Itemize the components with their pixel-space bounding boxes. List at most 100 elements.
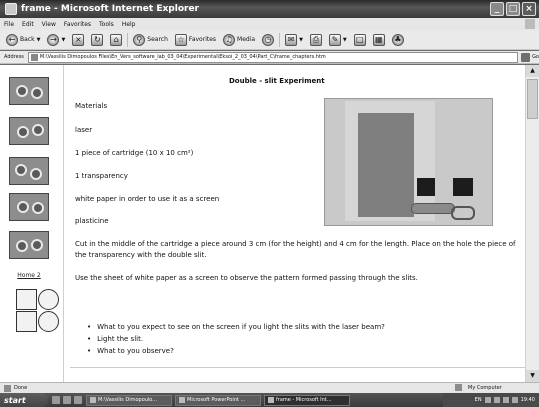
back-button[interactable]: ← Back ▼ — [4, 32, 42, 48]
instruction-paragraph: Cut in the middle of the cartridge a pie… — [75, 240, 516, 259]
scroll-thumb[interactable] — [527, 79, 538, 119]
page-title: Double - slit Experiment — [229, 77, 325, 85]
forward-button[interactable]: → ▼ — [45, 32, 67, 48]
ie-quicklaunch-icon[interactable] — [52, 396, 60, 404]
ie-icon — [268, 397, 274, 403]
discuss-button[interactable]: □ — [352, 32, 368, 48]
menu-tools[interactable]: Tools — [99, 21, 114, 28]
material-item: plasticine — [75, 217, 109, 225]
start-button[interactable]: start — [0, 393, 48, 407]
home-button[interactable]: ⌂ — [108, 32, 124, 48]
forward-arrow-icon: → — [47, 33, 60, 46]
question-list: What to you expect to see on the screen … — [87, 321, 385, 357]
history-button[interactable]: ◷ — [260, 32, 276, 48]
messenger-icon: ♣ — [391, 33, 404, 46]
tray-network-icon[interactable] — [484, 397, 491, 403]
tray-app-icon[interactable] — [502, 397, 509, 403]
print-button[interactable]: ⎙ — [308, 32, 324, 48]
ie-app-icon — [5, 3, 17, 15]
system-tray: EN 19:40 — [443, 393, 539, 407]
chapter-thumbnail-2[interactable] — [9, 117, 49, 145]
taskbar-item-label: Microsoft PowerPoint ... — [187, 397, 246, 403]
content-divider — [70, 367, 526, 368]
menu-edit[interactable]: Edit — [22, 21, 34, 28]
pattern-icon[interactable] — [16, 289, 37, 310]
mail-button[interactable]: ✉ ▼ — [283, 32, 305, 48]
home-link[interactable]: Home 2 — [10, 272, 48, 279]
navigation-frame: Home 2 — [0, 65, 64, 382]
photo-cartridge — [358, 113, 414, 217]
messenger-button[interactable]: ♣ — [390, 32, 406, 48]
menu-view[interactable]: View — [42, 21, 56, 28]
language-indicator[interactable]: EN — [475, 397, 482, 403]
taskbar-item-active[interactable]: frame - Microsoft Int... — [264, 394, 350, 406]
search-icon: ⚲ — [133, 33, 146, 46]
history-icon: ◷ — [262, 33, 275, 46]
powerpoint-icon — [179, 397, 185, 403]
mail-icon: ✉ — [285, 33, 298, 46]
menu-favorites[interactable]: Favorites — [64, 21, 91, 28]
taskbar-item[interactable]: Microsoft PowerPoint ... — [175, 394, 261, 406]
quick-launch — [52, 396, 82, 404]
search-button[interactable]: ⚲ Search — [131, 32, 170, 48]
question-item: What to you observe? — [87, 345, 385, 357]
thumbnail-pattern — [32, 202, 44, 214]
forward-dropdown-icon[interactable]: ▼ — [61, 37, 65, 43]
tray-app-icon[interactable] — [511, 397, 518, 403]
diagram-icon[interactable] — [16, 311, 37, 332]
menu-file[interactable]: File — [4, 21, 14, 28]
menu-help[interactable]: Help — [122, 21, 136, 28]
go-button[interactable]: Go — [521, 52, 539, 62]
scroll-down-icon[interactable]: ▼ — [526, 370, 539, 382]
print-icon: ⎙ — [309, 33, 322, 46]
media-label: Media — [237, 36, 256, 43]
address-bar: Address M:\Vassilis Dimopoulos Files\En_… — [0, 51, 539, 64]
edit-dropdown-icon[interactable]: ▼ — [343, 37, 347, 43]
address-label: Address — [4, 54, 24, 60]
desktop-quicklaunch-icon[interactable] — [74, 396, 82, 404]
thumbnail-pattern — [17, 201, 29, 213]
media-icon: ♫ — [223, 33, 236, 46]
address-input[interactable]: M:\Vassilis Dimopoulos Files\En_Vers_sof… — [27, 51, 519, 63]
research-icon: ▦ — [372, 33, 385, 46]
edit-icon: ✎ — [328, 33, 341, 46]
chapter-thumbnail-4[interactable] — [9, 193, 49, 221]
media-button[interactable]: ♫ Media — [221, 32, 257, 48]
close-button[interactable]: × — [522, 2, 536, 16]
star-icon: ☆ — [174, 33, 187, 46]
stop-button[interactable]: × — [70, 32, 86, 48]
taskbar-item-label: M:\Vassilis Dimopoulo... — [98, 397, 158, 403]
mail-dropdown-icon[interactable]: ▼ — [299, 37, 303, 43]
photo-clip — [451, 206, 475, 220]
chapter-thumbnail-1[interactable] — [9, 77, 49, 105]
chapter-thumbnail-5[interactable] — [9, 231, 49, 259]
clock: 19:40 — [520, 397, 535, 403]
gauge-icon[interactable] — [38, 311, 59, 332]
page-done-icon — [4, 384, 11, 392]
target-icon[interactable] — [38, 289, 59, 310]
back-dropdown-icon[interactable]: ▼ — [37, 37, 41, 43]
windows-flag-icon — [525, 19, 535, 29]
edit-button[interactable]: ✎ ▼ — [327, 32, 349, 48]
favorites-button[interactable]: ☆ Favorites — [173, 32, 218, 48]
taskbar-item[interactable]: M:\Vassilis Dimopoulo... — [86, 394, 172, 406]
scroll-up-icon[interactable]: ▲ — [526, 65, 539, 77]
material-item: 1 transparency — [75, 172, 128, 180]
research-button[interactable]: ▦ — [371, 32, 387, 48]
chapter-thumbnail-3[interactable] — [9, 157, 49, 185]
minimize-button[interactable]: _ — [490, 2, 504, 16]
vertical-scrollbar[interactable]: ▲ ▼ — [525, 65, 539, 382]
tray-volume-icon[interactable] — [493, 397, 500, 403]
maximize-button[interactable]: □ — [506, 2, 520, 16]
thumbnail-pattern — [32, 124, 44, 136]
experiment-photo — [324, 98, 493, 226]
security-zone: My Computer — [455, 384, 502, 391]
taskbar: start M:\Vassilis Dimopoulo... Microsoft… — [0, 393, 539, 407]
thumbnail-pattern — [31, 87, 43, 99]
toolbar-separator — [279, 32, 281, 47]
back-arrow-icon: ← — [6, 33, 18, 46]
favorites-label: Favorites — [188, 36, 217, 43]
refresh-button[interactable]: ↻ — [89, 32, 105, 48]
zone-label: My Computer — [468, 384, 502, 391]
outlook-quicklaunch-icon[interactable] — [63, 396, 71, 404]
